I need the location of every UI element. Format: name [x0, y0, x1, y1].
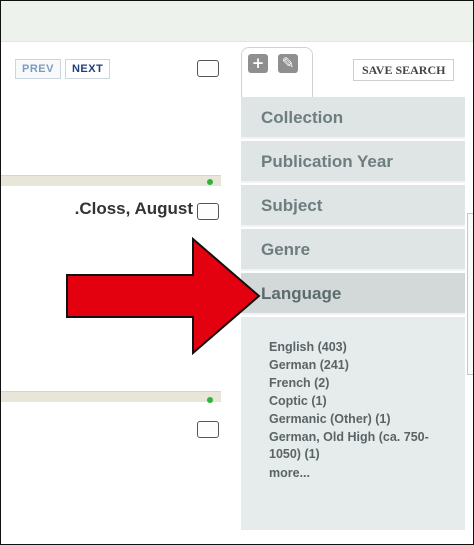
result-checkbox[interactable]	[197, 421, 219, 438]
save-search-button[interactable]: SAVE SEARCH	[353, 59, 455, 81]
tab-strip: + ✎	[241, 47, 313, 98]
app-frame: PREV NEXT + ✎ SAVE SEARCH Closs, August.…	[0, 0, 474, 545]
result-author[interactable]: Closs, August.	[17, 199, 193, 219]
result-row-divider	[1, 391, 221, 402]
language-option[interactable]: French (2)	[269, 375, 459, 392]
facet-subject[interactable]: Subject	[241, 185, 465, 227]
more-languages-link[interactable]: more...	[269, 465, 459, 482]
pager: PREV NEXT	[15, 59, 111, 79]
language-option[interactable]: German (241)	[269, 357, 459, 374]
language-option[interactable]: English (403)	[269, 339, 459, 356]
next-button[interactable]: NEXT	[64, 59, 111, 79]
edit-icon[interactable]: ✎	[278, 54, 298, 73]
facet-language[interactable]: Language	[241, 273, 465, 315]
prev-button[interactable]: PREV	[15, 59, 61, 79]
result-row-divider	[1, 175, 221, 186]
language-facet-list: English (403) German (241) French (2) Co…	[241, 317, 465, 530]
result-checkbox[interactable]	[197, 203, 219, 220]
language-option[interactable]: Germanic (Other) (1)	[269, 411, 459, 428]
plus-icon[interactable]: +	[248, 54, 268, 73]
top-bar	[1, 1, 473, 42]
language-option[interactable]: German, Old High (ca. 750-1050) (1)	[269, 429, 459, 463]
status-dot	[207, 397, 213, 403]
facet-genre[interactable]: Genre	[241, 229, 465, 271]
scrollbar[interactable]	[467, 213, 473, 375]
facet-publication-year[interactable]: Publication Year	[241, 141, 465, 183]
language-option[interactable]: Coptic (1)	[269, 393, 459, 410]
facet-collection[interactable]: Collection	[241, 97, 465, 139]
select-all-checkbox[interactable]	[197, 60, 219, 77]
status-dot	[207, 179, 213, 185]
facet-panel: Collection Publication Year Subject Genr…	[241, 97, 467, 537]
red-arrow-icon	[66, 237, 261, 355]
